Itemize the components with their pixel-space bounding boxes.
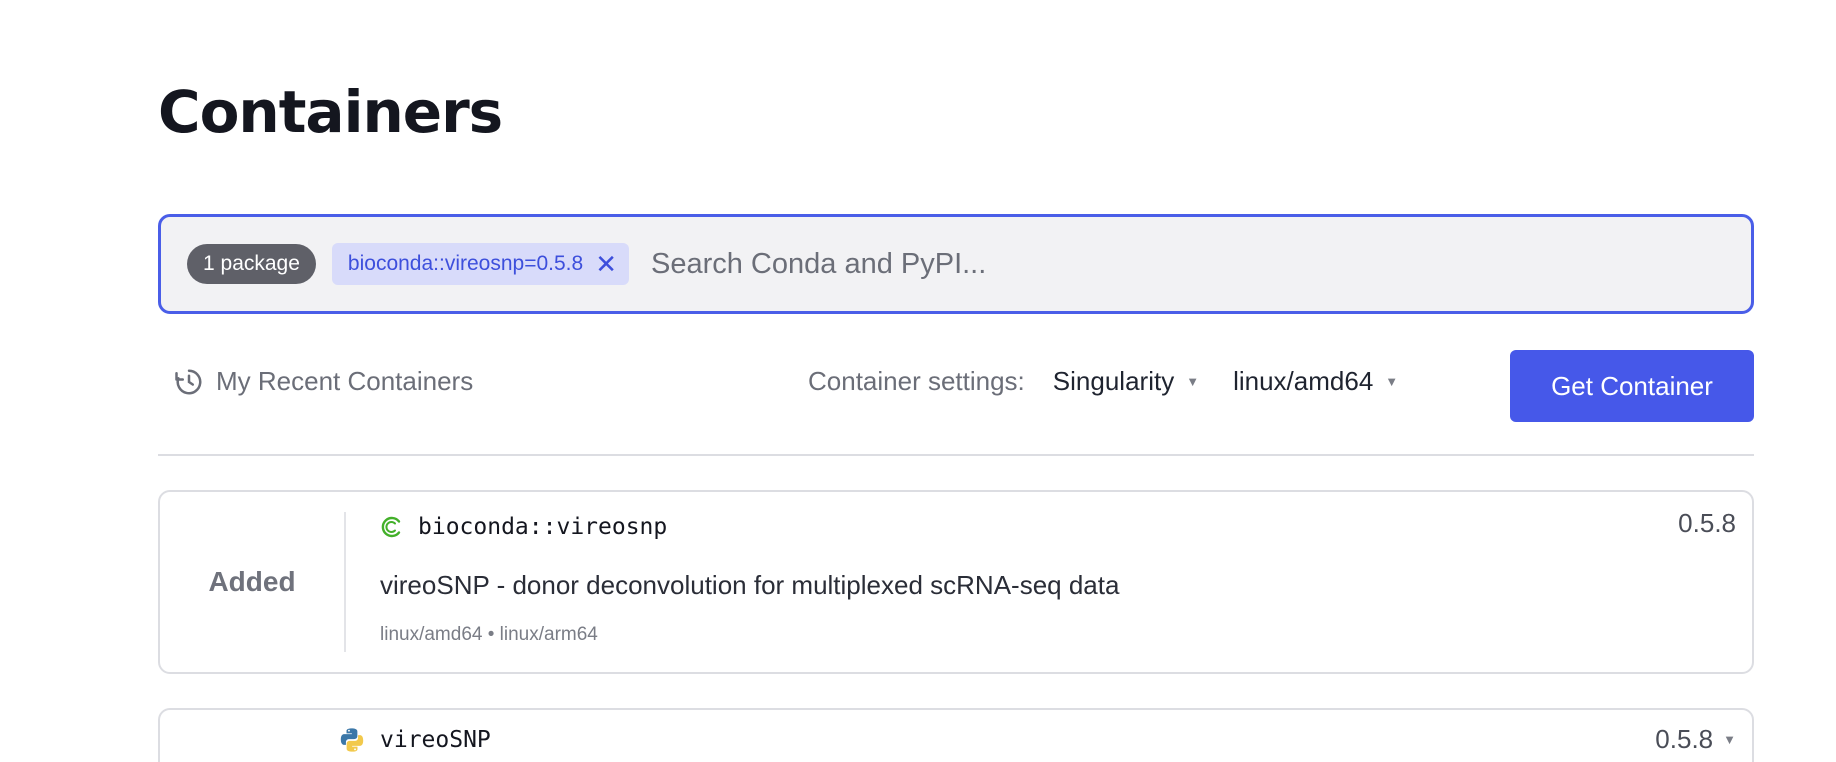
format-value: Singularity bbox=[1052, 366, 1175, 396]
selected-package-chip: bioconda::vireosnp=0.5.8 ✕ bbox=[331, 243, 629, 285]
package-version: 0.5.8 bbox=[1655, 724, 1714, 754]
platform-value: linux/amd64 bbox=[1233, 366, 1374, 396]
close-icon[interactable]: ✕ bbox=[595, 243, 617, 285]
history-icon bbox=[175, 369, 202, 394]
python-icon bbox=[340, 728, 364, 752]
package-platforms: linux/amd64 • linux/arm64 bbox=[380, 624, 598, 645]
format-dropdown[interactable]: Singularity ▼ bbox=[1053, 366, 1199, 397]
chevron-down-icon: ▼ bbox=[1723, 732, 1736, 747]
get-container-button[interactable]: Get Container bbox=[1510, 350, 1754, 422]
page-title: Containers bbox=[158, 78, 503, 146]
result-card[interactable]: vireoSNP 0.5.8 ▼ bbox=[158, 708, 1754, 762]
divider bbox=[158, 454, 1754, 456]
search-input[interactable] bbox=[648, 233, 1751, 295]
platform-dropdown[interactable]: linux/amd64 ▼ bbox=[1233, 366, 1398, 397]
package-count-badge: 1 package bbox=[187, 244, 316, 284]
conda-icon bbox=[381, 516, 401, 538]
chip-label: bioconda::vireosnp=0.5.8 bbox=[347, 252, 584, 275]
containers-page: Containers 1 package bioconda::vireosnp=… bbox=[0, 0, 1836, 762]
package-name-row: vireoSNP bbox=[338, 726, 491, 754]
result-card[interactable]: Added bioconda::vireosnp 0.5.8 vireoSNP … bbox=[158, 490, 1754, 674]
chevron-down-icon: ▼ bbox=[1385, 374, 1399, 389]
recent-containers-link[interactable]: My Recent Containers bbox=[174, 366, 473, 397]
recent-containers-label: My Recent Containers bbox=[216, 366, 474, 396]
package-name-row: bioconda::vireosnp bbox=[380, 514, 667, 540]
package-name: vireoSNP bbox=[380, 727, 491, 753]
chevron-down-icon: ▼ bbox=[1186, 374, 1200, 389]
search-box[interactable]: 1 package bioconda::vireosnp=0.5.8 ✕ bbox=[158, 214, 1754, 314]
status-label: Added bbox=[208, 566, 296, 597]
card-divider bbox=[344, 512, 346, 652]
container-settings: Container settings: Singularity ▼ linux/… bbox=[808, 366, 1432, 397]
settings-label: Container settings: bbox=[808, 366, 1025, 396]
package-name: bioconda::vireosnp bbox=[418, 514, 668, 540]
toolbar: My Recent Containers Container settings:… bbox=[158, 348, 1754, 422]
package-description: vireoSNP - donor deconvolution for multi… bbox=[380, 570, 1120, 600]
package-version: 0.5.8 bbox=[1678, 508, 1736, 538]
version-dropdown[interactable]: 0.5.8 ▼ bbox=[1655, 724, 1736, 755]
